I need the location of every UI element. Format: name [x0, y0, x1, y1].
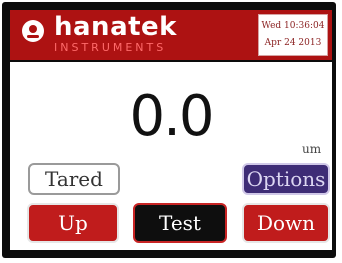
datetime-date: Apr 24 2013	[264, 38, 322, 48]
test-button[interactable]: Test	[133, 203, 227, 243]
device-bezel: hanatek INSTRUMENTS Wed 10:36:04 Apr 24 …	[2, 2, 336, 258]
brand-subtitle: INSTRUMENTS	[54, 41, 167, 54]
options-button[interactable]: Options	[242, 163, 330, 195]
datetime-box: Wed 10:36:04 Apr 24 2013	[258, 14, 328, 56]
down-button[interactable]: Down	[242, 203, 330, 243]
up-button[interactable]: Up	[27, 203, 119, 243]
measurement-screen: 0.0 um Tared Options Up Test Down	[10, 62, 332, 250]
datetime-time: Wed 10:36:04	[261, 21, 325, 31]
hanatek-logo-icon	[22, 20, 44, 42]
measurement-unit: um	[302, 142, 322, 156]
tared-button[interactable]: Tared	[28, 163, 120, 195]
header-bar: hanatek INSTRUMENTS Wed 10:36:04 Apr 24 …	[10, 10, 332, 60]
measurement-reading: 0.0	[129, 84, 214, 149]
brand-name: hanatek	[54, 12, 177, 42]
